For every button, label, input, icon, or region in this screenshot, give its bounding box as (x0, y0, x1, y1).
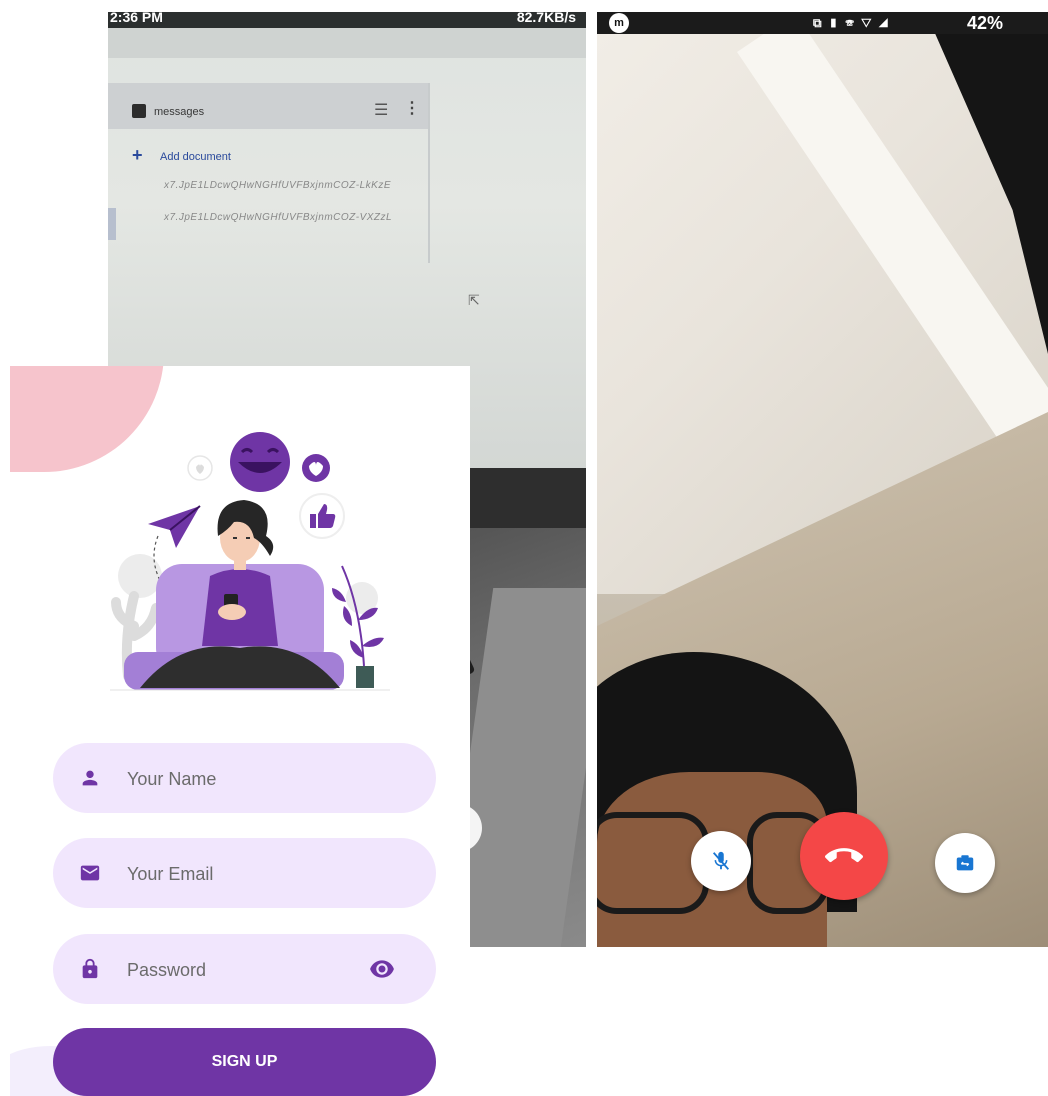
battery-level: 42% (967, 13, 1004, 33)
selection-indicator (108, 208, 116, 240)
lock-icon (82, 958, 98, 979)
more-vert-icon: ⋮ (404, 100, 420, 117)
sign-up-button[interactable]: SIGN UP (53, 1028, 436, 1096)
signup-screen: SIGN UP (10, 366, 470, 1096)
mouse-cursor-icon: ⇱ (468, 292, 480, 308)
collection-name: messages (154, 106, 205, 118)
status-time: 2:36 PM (110, 12, 163, 25)
app-notification-icon: m (609, 13, 629, 33)
mute-button[interactable] (691, 831, 751, 891)
add-icon: + (132, 145, 143, 165)
password-field[interactable] (53, 934, 436, 1004)
mail-icon (80, 865, 100, 881)
signal-icons: ⧉ ▮ ☏ ▽ ◢ (813, 16, 890, 30)
email-input[interactable] (125, 858, 369, 890)
status-bar: 2:36 PM 82.7KB/s (108, 12, 586, 28)
email-field[interactable] (53, 838, 436, 908)
password-input[interactable] (125, 954, 369, 986)
column-divider (428, 83, 430, 263)
person-icon (82, 770, 98, 786)
document-id: x7.JpE1LDcwQHwNGHfUVFBxjnmCOZ-VXZzL (164, 212, 393, 223)
right-video-call: m ⧉ ▮ ☏ ▽ ◢ 42% (597, 12, 1048, 947)
call-end-icon (825, 848, 863, 863)
document-id: x7.JpE1LDcwQHwNGHfUVFBxjnmCOZ-LkKzE (164, 180, 391, 191)
end-call-button[interactable] (800, 812, 888, 900)
add-document-link: Add document (160, 151, 231, 163)
collection-icon (132, 104, 146, 118)
mic-off-icon (712, 851, 730, 870)
signup-illustration (110, 432, 390, 691)
status-network-speed: 82.7KB/s (516, 12, 576, 25)
eye-icon[interactable] (369, 958, 395, 980)
switch-camera-icon (956, 855, 974, 871)
switch-camera-button[interactable] (935, 833, 995, 893)
filter-icon: ☰ (374, 102, 389, 119)
monitor-topbar (108, 28, 586, 58)
name-input[interactable] (125, 763, 369, 795)
status-bar: m ⧉ ▮ ☏ ▽ ◢ 42% (597, 12, 1048, 34)
name-field[interactable] (53, 743, 436, 813)
